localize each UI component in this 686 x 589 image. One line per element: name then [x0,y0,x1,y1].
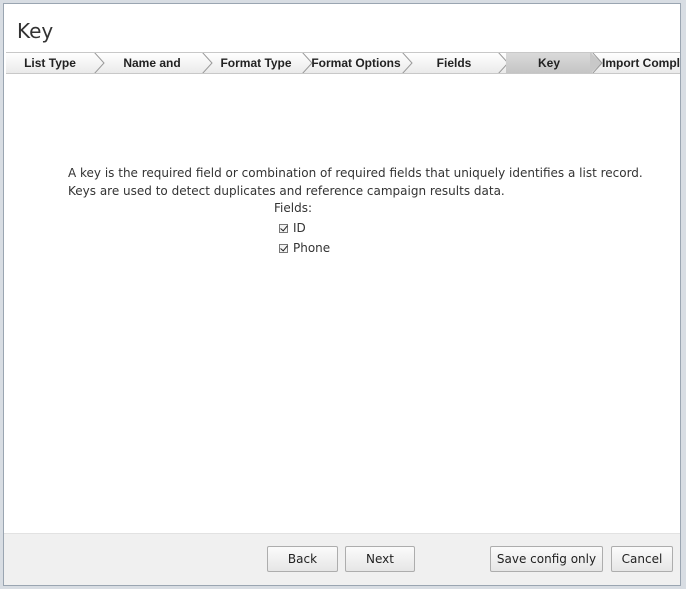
checkbox-checked-icon[interactable] [279,223,288,233]
wizard-window: Key List Type Name and Source Format Typ… [3,3,681,586]
field-option-label: ID [293,221,306,235]
step-label: Format Options [311,56,401,70]
step-label: Format Type [220,56,292,70]
step-label: Import Complete [602,56,680,70]
fields-label: Fields: [274,201,312,215]
next-button[interactable]: Next [345,546,415,572]
description-line: Keys are used to detect duplicates and r… [68,184,505,198]
step-label: List Type [24,56,76,70]
step-format-options[interactable]: Format Options [310,53,402,73]
step-name-and-source[interactable]: Name and Source [102,53,202,73]
key-description: A key is the required field or combinati… [68,164,668,200]
field-option-phone[interactable]: Phone [279,240,330,256]
footer-bar: Back Next Save config only Cancel [4,533,680,585]
description-line: A key is the required field or combinati… [68,166,643,180]
step-list-type[interactable]: List Type [6,53,94,73]
step-label: Key [537,56,560,70]
step-key[interactable]: Key [506,53,592,73]
step-format-type[interactable]: Format Type [210,53,302,73]
checkbox-checked-icon[interactable] [279,243,288,253]
step-import-complete[interactable]: Import Complete [600,53,680,73]
step-fields[interactable]: Fields [410,53,498,73]
back-button[interactable]: Back [267,546,338,572]
step-label: Fields [436,56,472,70]
field-option-id[interactable]: ID [279,220,306,236]
cancel-button[interactable]: Cancel [611,546,673,572]
page-title: Key [17,19,54,43]
field-option-label: Phone [293,241,331,255]
step-label: Name and Source [123,56,181,70]
save-config-only-button[interactable]: Save config only [490,546,603,572]
wizard-steps: List Type Name and Source Format Type Fo… [6,52,680,74]
